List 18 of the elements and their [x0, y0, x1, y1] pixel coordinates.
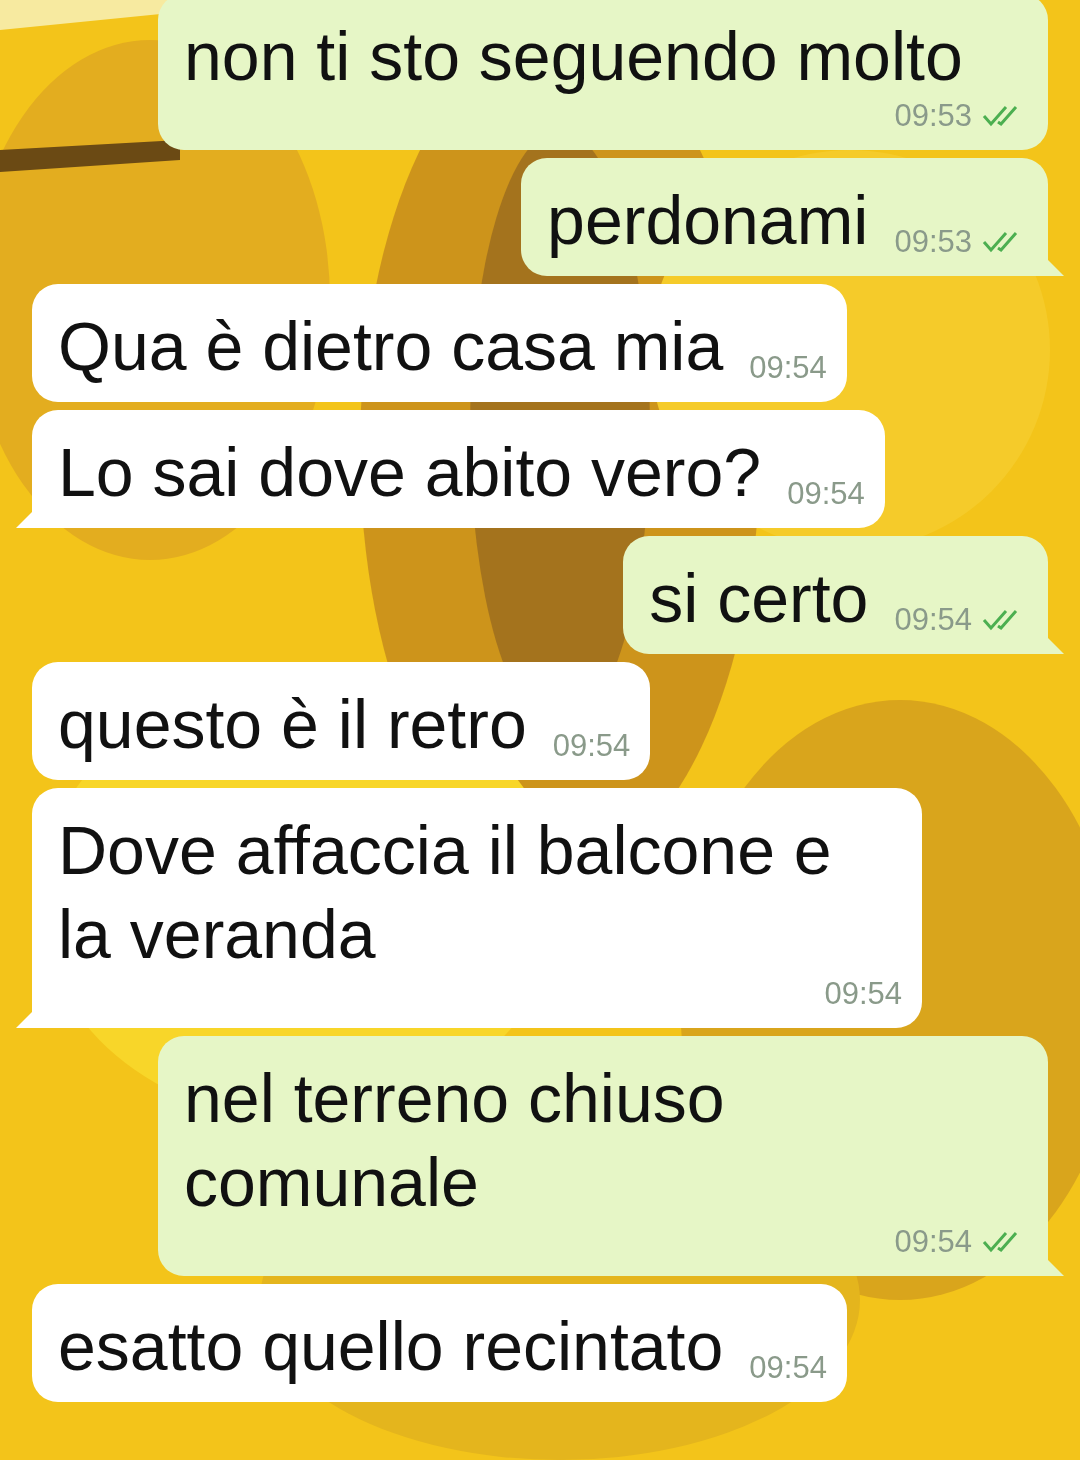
message-time: 09:54 [749, 350, 827, 386]
message-time: 09:54 [749, 1350, 827, 1386]
message-time: 09:54 [552, 728, 631, 764]
message-text: esatto quello recintato [58, 1307, 724, 1386]
message-time: 09:54 [894, 602, 972, 638]
message-time: 09:54 [894, 1224, 972, 1260]
message-text: Qua è dietro casa mia [58, 307, 724, 386]
message-text: non ti sto seguendo molto [184, 17, 963, 96]
message-time: 09:54 [824, 976, 902, 1012]
message-text: Lo sai dove abito vero? [58, 433, 762, 512]
message-text: si certo [649, 559, 869, 638]
message-time: 09:53 [894, 98, 972, 134]
message-text: nel terreno chiuso comunale [184, 1059, 726, 1222]
message-text: perdonami [547, 181, 869, 260]
message-time: 09:54 [787, 476, 865, 512]
message-text: Dove affaccia il balcone e la veranda [58, 811, 833, 974]
message-time: 09:53 [894, 224, 972, 260]
message-text: questo è il retro [58, 685, 527, 764]
